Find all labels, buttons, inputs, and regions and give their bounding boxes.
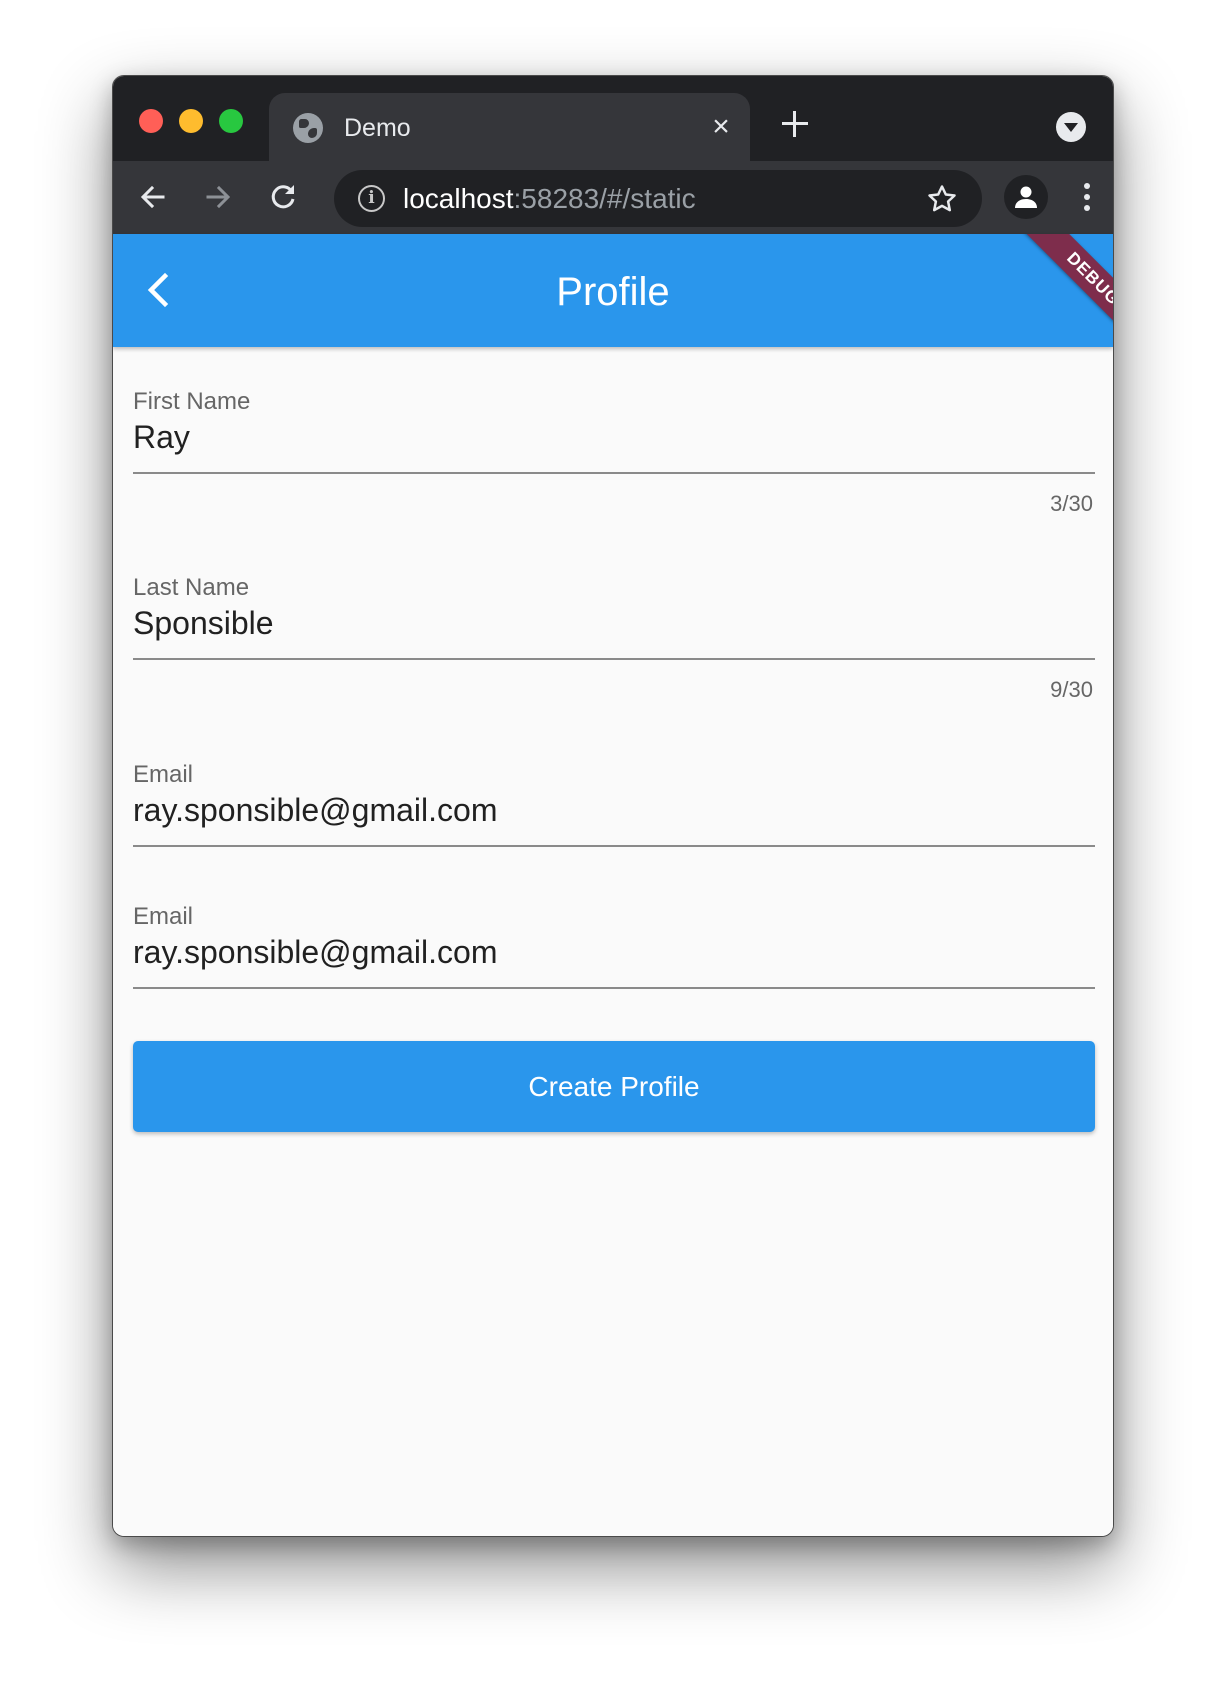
globe-icon xyxy=(293,113,323,143)
address-bar[interactable]: i localhost:58283/#/static xyxy=(334,170,982,227)
browser-tab[interactable]: Demo × xyxy=(269,93,750,161)
plus-icon[interactable] xyxy=(777,106,813,142)
reload-icon[interactable] xyxy=(261,175,305,219)
field-underline xyxy=(133,845,1095,847)
close-window-button[interactable] xyxy=(139,109,163,133)
tab-title: Demo xyxy=(344,114,411,142)
field-underline xyxy=(133,658,1095,660)
tab-bar: Demo × xyxy=(113,76,1113,161)
minimize-window-button[interactable] xyxy=(179,109,203,133)
app-content: Profile DEBUG First Name Ray 3/30 Last N… xyxy=(113,234,1113,1536)
first-name-input[interactable]: Ray xyxy=(133,419,1095,455)
profile-button[interactable] xyxy=(1004,175,1048,219)
field-label: First Name xyxy=(133,388,251,415)
maximize-window-button[interactable] xyxy=(219,109,243,133)
url-host: localhost xyxy=(403,183,514,214)
star-icon[interactable] xyxy=(926,183,958,215)
arrow-left-icon[interactable] xyxy=(131,175,175,219)
field-underline xyxy=(133,987,1095,989)
app-bar: Profile DEBUG xyxy=(113,234,1113,347)
person-icon xyxy=(1015,186,1037,208)
create-profile-button[interactable]: Create Profile xyxy=(133,1041,1095,1132)
character-counter: 9/30 xyxy=(1050,677,1093,702)
email-input[interactable]: ray.sponsible@gmail.com xyxy=(133,934,1095,970)
more-vertical-icon[interactable] xyxy=(1075,175,1099,219)
field-label: Email xyxy=(133,903,194,930)
chevron-down-icon[interactable] xyxy=(1056,112,1086,142)
field-label: Last Name xyxy=(133,574,250,601)
browser-toolbar: i localhost:58283/#/static xyxy=(113,161,1113,234)
browser-window: Demo × i localhost:58283/#/static Profil… xyxy=(112,75,1114,1537)
info-icon[interactable]: i xyxy=(358,185,385,212)
url-text[interactable]: localhost:58283/#/static xyxy=(403,183,696,214)
character-counter: 3/30 xyxy=(1050,491,1093,516)
field-underline xyxy=(133,472,1095,474)
last-name-input[interactable]: Sponsible xyxy=(133,605,1095,641)
arrow-right-icon[interactable] xyxy=(196,175,240,219)
page-title: Profile xyxy=(556,270,670,314)
url-path: :58283/#/static xyxy=(513,183,696,214)
field-label: Email xyxy=(133,761,194,788)
close-icon[interactable]: × xyxy=(705,111,737,143)
email-input[interactable]: ray.sponsible@gmail.com xyxy=(133,792,1095,828)
